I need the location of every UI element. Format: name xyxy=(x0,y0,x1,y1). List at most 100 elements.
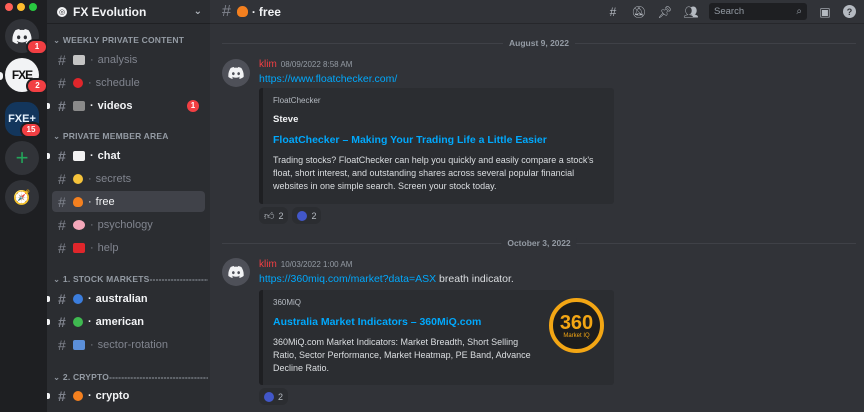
home-button[interactable]: 1 xyxy=(5,19,48,55)
server-icon: ◎ xyxy=(57,6,67,17)
reactions: 👍︎ 2 2 xyxy=(259,207,322,224)
fire-icon xyxy=(236,6,248,17)
category-private-member-area[interactable]: ⌄ PRIVATE MEMBER AREA xyxy=(53,131,208,142)
server-selected-pill xyxy=(0,72,3,80)
server-fx-evolution[interactable]: FXE 2 xyxy=(5,58,48,94)
embed-provider[interactable]: 360MiQ xyxy=(273,298,604,307)
unread-indicator xyxy=(47,393,50,399)
hash-icon: # xyxy=(58,313,66,330)
hash-icon: # xyxy=(58,336,66,353)
hash-icon: # xyxy=(222,2,231,20)
category-weekly-private-content[interactable]: ⌄ WEEKLY PRIVATE CONTENT xyxy=(53,35,208,46)
server-fxe-plus[interactable]: FXE+ 15 xyxy=(5,102,42,138)
reaction-custom[interactable]: 2 xyxy=(292,207,322,224)
newspaper-icon xyxy=(73,54,85,65)
message-header: klim 10/03/2022 1:00 AM xyxy=(259,259,352,270)
channel-sector-rotation[interactable]: # · sector-rotation xyxy=(52,334,205,355)
category-stock-markets[interactable]: ⌄ 1. STOCK MARKETS----------------------… xyxy=(53,274,208,285)
header-toolbar: # 🔕︎ 📌︎ 👥︎ Search ⌕ ▣ ? xyxy=(605,3,856,20)
red-circle-icon xyxy=(73,77,83,88)
reaction-custom[interactable]: 2 xyxy=(259,388,289,405)
channel-analysis[interactable]: # · analysis xyxy=(52,49,205,70)
blue-circle-icon xyxy=(73,293,83,304)
member-list-icon[interactable]: 👥︎ xyxy=(683,4,699,20)
notification-mute-icon[interactable]: 🔕︎ xyxy=(631,4,647,20)
hash-icon: # xyxy=(58,216,66,233)
custom-emoji-icon xyxy=(264,391,274,402)
embed-title[interactable]: FloatChecker – Making Your Trading Life … xyxy=(273,134,604,146)
hash-icon: # xyxy=(58,193,66,210)
close-window-button[interactable] xyxy=(5,3,13,11)
hash-icon: # xyxy=(58,170,66,187)
hash-icon: # xyxy=(58,51,66,68)
search-input[interactable]: Search ⌕ xyxy=(709,3,807,20)
reaction-thumbs-up[interactable]: 👍︎ 2 xyxy=(259,207,289,224)
sos-icon xyxy=(73,242,85,253)
channel-secrets[interactable]: # · secrets xyxy=(52,168,205,189)
zoom-window-button[interactable] xyxy=(29,3,37,11)
hash-icon: # xyxy=(58,147,66,164)
avatar[interactable] xyxy=(222,258,250,286)
brain-icon xyxy=(73,219,85,230)
hash-icon: # xyxy=(58,290,66,307)
message-content: https://360miq.com/market?data=ASX breat… xyxy=(259,273,514,285)
main-chat: # · free # 🔕︎ 📌︎ 👥︎ Search ⌕ ▣ ? August 9… xyxy=(210,0,864,412)
server-badge: 2 xyxy=(26,78,48,94)
author-name[interactable]: klim xyxy=(259,259,277,270)
channel-schedule[interactable]: # · schedule xyxy=(52,72,205,93)
add-server-button[interactable]: + xyxy=(5,141,39,175)
threads-icon[interactable]: # xyxy=(605,4,621,20)
chevron-down-icon: ⌄ xyxy=(193,6,202,17)
unread-indicator xyxy=(47,103,50,109)
embed-author[interactable]: Steve xyxy=(273,114,604,125)
home-badge: 1 xyxy=(26,39,48,55)
discord-window: 1 FXE 2 FXE+ 15 + 🧭 ◎ FX Evolution ⌄ ⌄ W… xyxy=(0,0,864,412)
plus-icon: + xyxy=(15,145,29,170)
help-icon[interactable]: ? xyxy=(843,5,856,18)
embed-provider[interactable]: FloatChecker xyxy=(273,96,604,105)
explore-servers-button[interactable]: 🧭 xyxy=(5,180,39,214)
channel-videos[interactable]: # · videos 1 xyxy=(47,95,205,116)
message-header: klim 08/09/2022 8:58 AM xyxy=(259,59,352,70)
channel-sidebar: ◎ FX Evolution ⌄ ⌄ WEEKLY PRIVATE CONTEN… xyxy=(47,0,210,412)
inbox-icon[interactable]: ▣ xyxy=(817,4,833,20)
minimize-window-button[interactable] xyxy=(17,3,25,11)
message-link[interactable]: https://www.floatchecker.com/ xyxy=(259,73,397,85)
server-name: FX Evolution xyxy=(73,4,147,19)
hash-icon: # xyxy=(58,239,66,256)
timestamp: 08/09/2022 8:58 AM xyxy=(280,60,353,69)
server-header[interactable]: ◎ FX Evolution ⌄ xyxy=(47,0,210,24)
thumbnail-caption: Market IQ xyxy=(563,332,590,339)
search-icon: ⌕ xyxy=(796,6,802,17)
link-embed: 360MiQ Australia Market Indicators – 360… xyxy=(259,290,614,385)
author-name[interactable]: klim xyxy=(259,59,277,70)
link-embed: FloatChecker Steve FloatChecker – Making… xyxy=(259,88,614,204)
mention-badge: 1 xyxy=(187,99,199,112)
embed-thumbnail[interactable]: 360 Market IQ xyxy=(549,298,604,353)
avatar[interactable] xyxy=(222,59,250,87)
channel-australian[interactable]: # · australian xyxy=(47,288,205,309)
window-controls xyxy=(5,3,37,11)
channel-psychology[interactable]: # · psychology xyxy=(52,214,205,235)
discord-logo-icon xyxy=(228,67,244,79)
hash-icon: # xyxy=(58,74,66,91)
compass-icon: 🧭 xyxy=(13,188,31,205)
category-crypto[interactable]: ⌄ 2. CRYPTO-----------------------------… xyxy=(53,372,208,383)
channel-chat[interactable]: # · chat xyxy=(47,145,205,166)
message-link[interactable]: https://360miq.com/market?data=ASX xyxy=(259,273,436,285)
orange-circle-icon xyxy=(73,390,83,401)
fire-icon xyxy=(73,196,83,207)
channel-free[interactable]: # · free xyxy=(52,191,205,212)
pin-icon[interactable]: 📌︎ xyxy=(657,4,673,20)
custom-emoji-icon xyxy=(297,210,308,221)
unread-indicator xyxy=(47,319,50,325)
channel-american[interactable]: # · american xyxy=(47,311,205,332)
channel-crypto[interactable]: # · crypto xyxy=(47,385,205,406)
server-badge: 15 xyxy=(20,122,42,138)
hash-icon: # xyxy=(58,387,66,404)
timestamp: 10/03/2022 1:00 AM xyxy=(280,260,353,269)
message-content: https://www.floatchecker.com/ xyxy=(259,73,397,85)
chart-increasing-icon xyxy=(73,150,85,161)
reactions: 2 xyxy=(259,388,289,405)
channel-help[interactable]: # · help xyxy=(52,237,205,258)
